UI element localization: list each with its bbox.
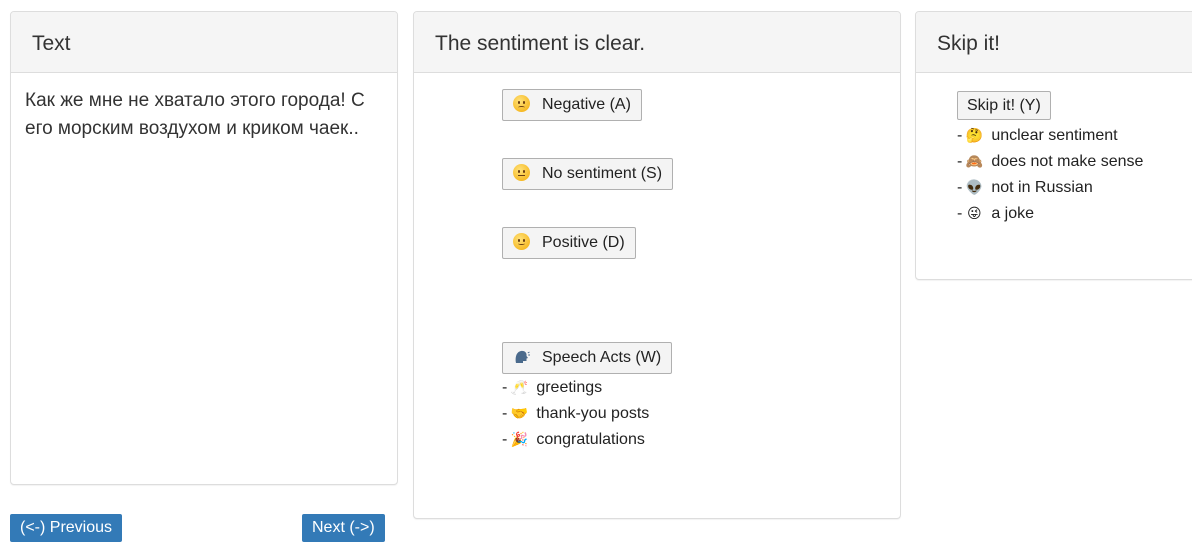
speech-act-label: thank-you posts <box>536 405 650 422</box>
text-panel: Text Как же мне не хватало этого города!… <box>10 11 398 485</box>
smiling-face-icon <box>513 233 530 250</box>
speaking-head-icon <box>513 346 530 363</box>
no-sentiment-button-label: No sentiment (S) <box>542 165 663 182</box>
list-item: - 👽 not in Russian <box>957 175 1143 201</box>
speech-act-label: congratulations <box>536 431 645 448</box>
negative-button[interactable]: Negative (A) <box>502 89 642 121</box>
skip-panel: Skip it! Skip it! (Y) - 🤔 unclear sentimen… <box>915 11 1192 280</box>
party-popper-icon: 🎉 <box>510 432 529 448</box>
neutral-face-icon <box>513 164 530 181</box>
skip-button[interactable]: Skip it! (Y) <box>957 91 1051 120</box>
speech-acts-list: - 🥂 greetings - 🤝 thank-you posts - 🎉 congratu… <box>502 375 649 453</box>
skip-reasons-list: - 🤔 unclear sentiment - 🙈 does not make sens… <box>957 123 1143 227</box>
list-item: - 🙈 does not make sense <box>957 149 1143 175</box>
skip-reason-label: does not make sense <box>991 153 1144 170</box>
list-item: - 🥂 greetings <box>502 375 649 401</box>
sentiment-panel-heading: The sentiment is clear. <box>414 12 900 73</box>
list-item: - 😜 a joke <box>957 201 1143 227</box>
previous-button[interactable]: (<-) Previous <box>10 514 123 542</box>
speech-act-label: greetings <box>536 379 603 396</box>
skip-reason-label: a joke <box>991 205 1035 222</box>
see-no-evil-monkey-icon: 🙈 <box>965 154 984 170</box>
skip-panel-heading: Skip it! <box>916 12 1192 73</box>
next-button[interactable]: Next (->) <box>302 514 385 542</box>
positive-button-label: Positive (D) <box>542 234 625 251</box>
handshake-icon: 🤝 <box>510 406 529 422</box>
text-content: Как же мне не хватало этого города! С ег… <box>25 90 365 139</box>
thinking-face-icon: 🤔 <box>965 128 984 144</box>
skip-reason-label: not in Russian <box>991 179 1093 196</box>
sentiment-panel: The sentiment is clear. Negative (A) No … <box>413 11 901 519</box>
speech-acts-button[interactable]: Speech Acts (W) <box>502 342 673 374</box>
clinking-glasses-icon: 🥂 <box>510 380 529 396</box>
skip-reason-label: unclear sentiment <box>991 127 1118 144</box>
list-item: - 🤔 unclear sentiment <box>957 123 1143 149</box>
list-item: - 🤝 thank-you posts <box>502 401 649 427</box>
positive-button[interactable]: Positive (D) <box>502 227 636 259</box>
alien-icon: 👽 <box>965 180 984 196</box>
negative-button-label: Negative (A) <box>542 96 631 113</box>
list-item: - 🎉 congratulations <box>502 427 649 453</box>
worried-face-icon <box>513 95 530 112</box>
text-panel-heading: Text <box>11 12 397 73</box>
no-sentiment-button[interactable]: No sentiment (S) <box>502 158 674 190</box>
winking-tongue-face-icon: 😜 <box>967 206 982 222</box>
speech-acts-button-label: Speech Acts (W) <box>542 349 662 366</box>
